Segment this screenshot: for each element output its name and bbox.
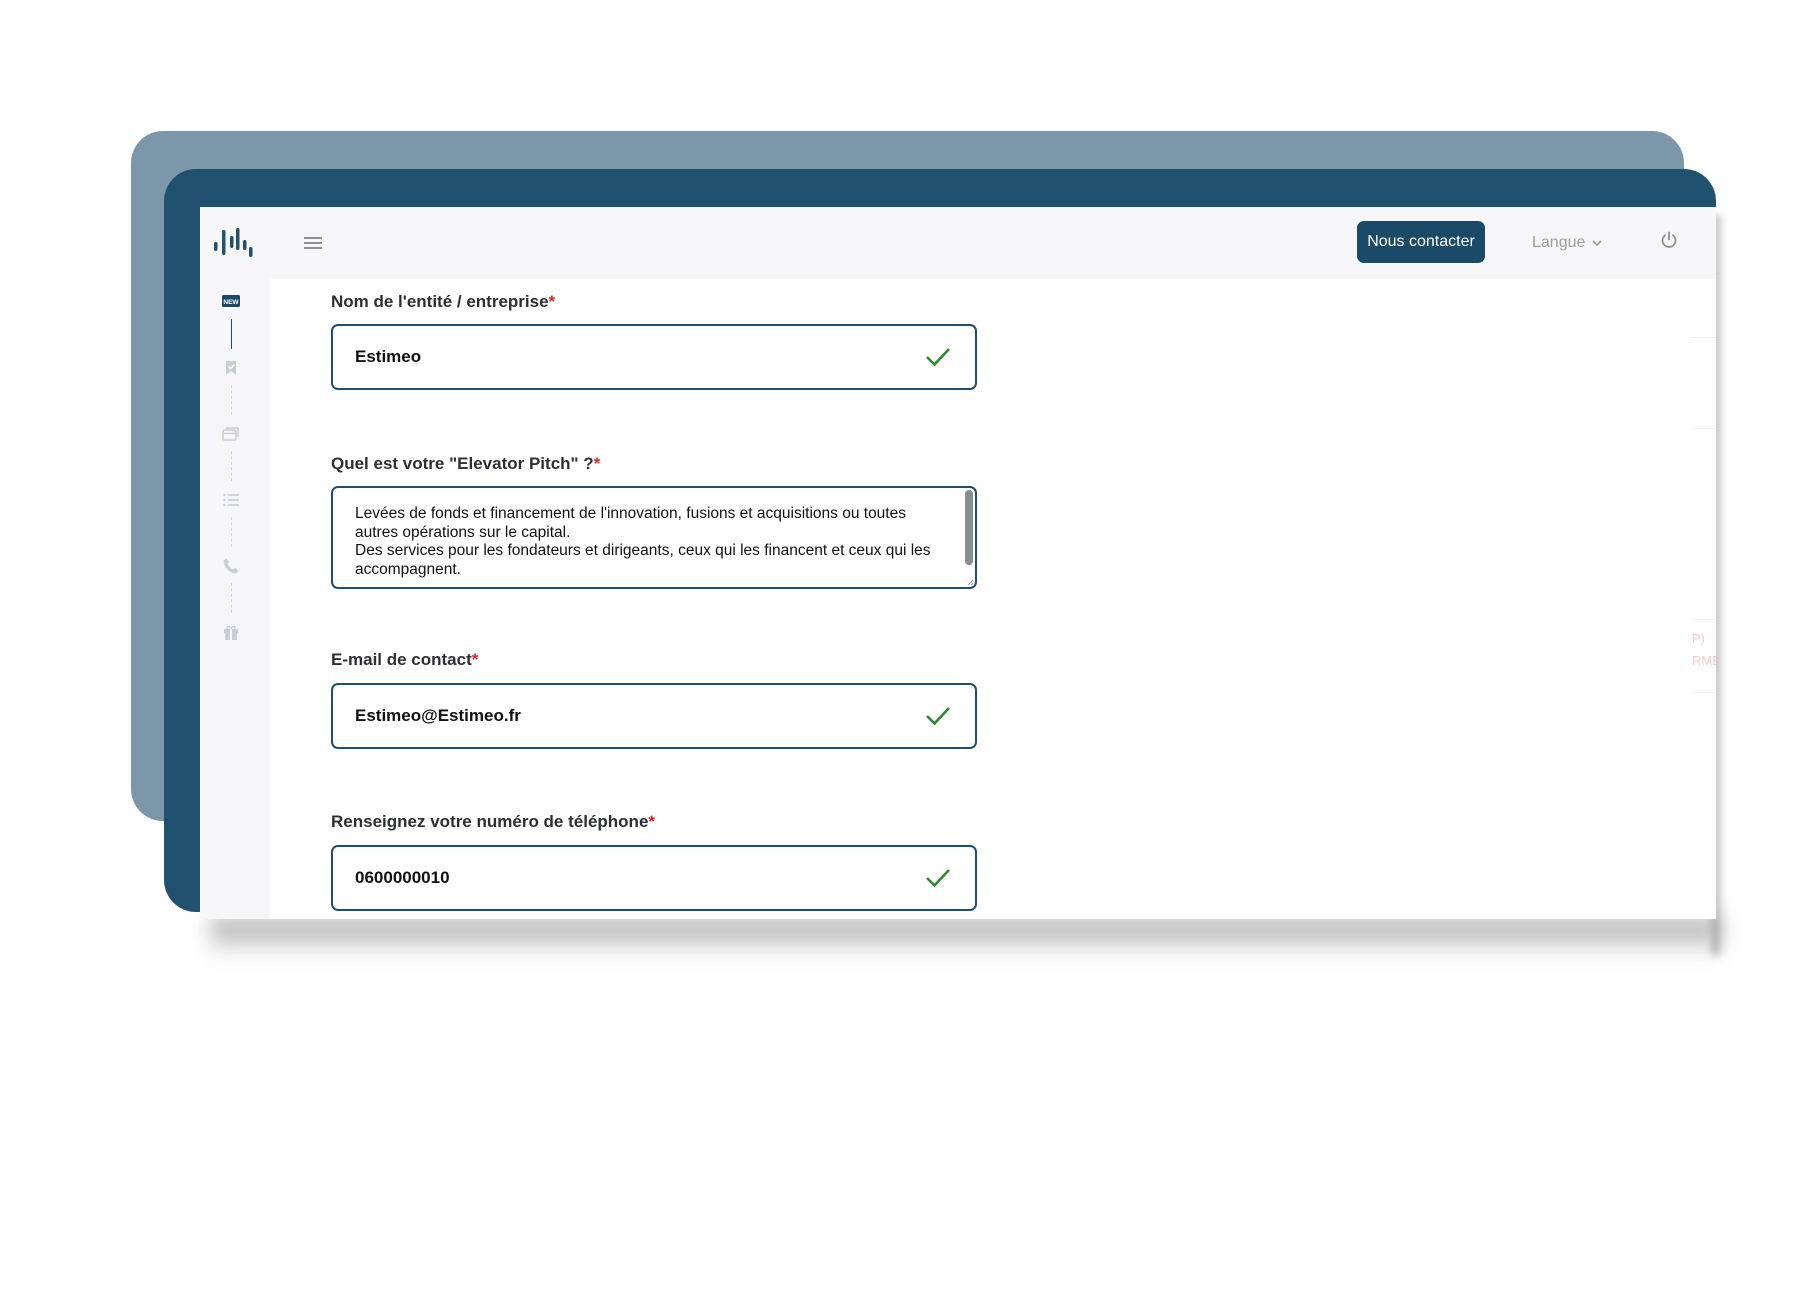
step-connector	[231, 517, 232, 547]
hidden-panel-text: RME	[1692, 653, 1716, 668]
phone-input[interactable]: 0600000010	[331, 845, 977, 911]
required-mark: *	[593, 454, 601, 473]
cards-icon[interactable]	[222, 425, 240, 443]
step-sidebar: NEW	[200, 279, 270, 919]
company-name-label-text: Nom de l'entité / entreprise	[331, 292, 549, 311]
bookmark-check-icon[interactable]	[222, 359, 240, 377]
new-badge-icon[interactable]: NEW	[222, 292, 240, 310]
email-value: Estimeo@Estimeo.fr	[355, 706, 521, 725]
company-name-input[interactable]: Estimeo	[331, 324, 977, 390]
hidden-panel-text: P)	[1692, 631, 1705, 646]
elevator-pitch-textarea[interactable]: Levées de fonds et financement de l'inno…	[331, 486, 977, 589]
phone-label-text: Renseignez votre numéro de téléphone	[331, 812, 649, 831]
company-name-value: Estimeo	[355, 347, 422, 366]
valid-check-icon	[926, 869, 950, 888]
valid-check-icon	[926, 707, 950, 726]
elevator-pitch-label: Quel est votre "Elevator Pitch" ?*	[331, 454, 600, 474]
required-mark: *	[471, 650, 479, 669]
top-bar: Nous contacter Langue	[200, 207, 1716, 279]
window-shadow	[210, 918, 1722, 958]
contact-us-button[interactable]: Nous contacter	[1357, 221, 1485, 263]
app-window: Nous contacter Langue NEW Nom de l'entit…	[200, 207, 1716, 919]
phone-value: 0600000010	[355, 868, 450, 887]
step-connector	[231, 583, 232, 613]
textarea-scrollbar[interactable]	[965, 490, 973, 565]
gift-icon[interactable]	[222, 623, 240, 641]
hidden-panel-edge: P) RME	[1692, 337, 1716, 693]
required-mark: *	[648, 812, 656, 831]
email-label-text: E-mail de contact	[331, 650, 472, 669]
elevator-pitch-label-text: Quel est votre "Elevator Pitch" ?	[331, 454, 594, 473]
company-name-label: Nom de l'entité / entreprise*	[331, 292, 555, 312]
form-area: Nom de l'entité / entreprise* Estimeo Qu…	[270, 279, 1716, 919]
power-icon[interactable]	[1660, 231, 1678, 249]
required-mark: *	[548, 292, 556, 311]
elevator-pitch-value: Levées de fonds et financement de l'inno…	[355, 505, 931, 578]
step-connector	[231, 451, 232, 481]
phone-label: Renseignez votre numéro de téléphone*	[331, 812, 655, 832]
email-label: E-mail de contact*	[331, 650, 478, 670]
estimeo-logo-icon[interactable]	[212, 227, 254, 259]
chevron-down-icon	[1592, 240, 1602, 247]
valid-check-icon	[926, 348, 950, 367]
step-connector	[231, 385, 232, 415]
language-selector[interactable]: Langue	[1532, 231, 1603, 255]
new-badge-text: NEW	[223, 299, 239, 306]
hamburger-menu-icon[interactable]	[304, 234, 322, 252]
email-input[interactable]: Estimeo@Estimeo.fr	[331, 683, 977, 749]
language-label: Langue	[1532, 234, 1586, 251]
resize-handle-icon[interactable]	[966, 578, 974, 586]
phone-icon[interactable]	[222, 557, 240, 575]
step-connector	[231, 319, 232, 349]
list-icon[interactable]	[222, 491, 240, 509]
